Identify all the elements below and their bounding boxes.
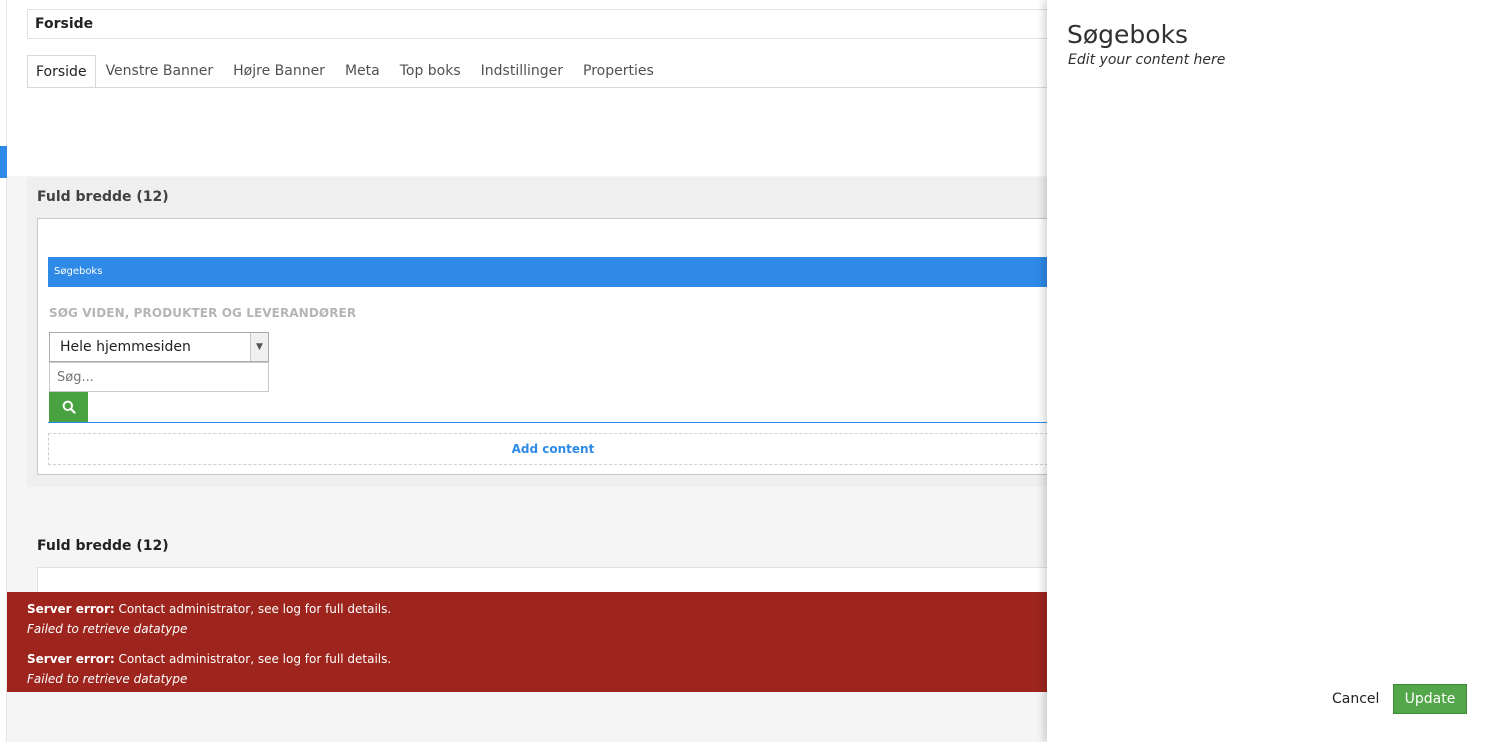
app-nav-strip <box>0 0 7 742</box>
error-message: Server error: Contact administrator, see… <box>27 599 1047 619</box>
tab-forside[interactable]: Forside <box>27 55 96 88</box>
error-notification-bar: Server error: Contact administrator, see… <box>7 592 1047 692</box>
dialog-title: Søgeboks <box>1067 20 1189 49</box>
search-icon <box>62 400 76 414</box>
search-box-editor[interactable]: Søgeboks SØG VIDEN, PRODUKTER OG LEVERAN… <box>48 257 1047 423</box>
tab-bar: Forside Venstre Banner Højre Banner Meta… <box>27 55 664 88</box>
tab-properties[interactable]: Properties <box>573 55 664 88</box>
error-detail: Failed to retrieve datatype <box>27 622 188 636</box>
grid-cell: Søgeboks SØG VIDEN, PRODUKTER OG LEVERAN… <box>37 218 1047 475</box>
content-editor: Forside Forside Venstre Banner Højre Ban… <box>7 0 1047 742</box>
edit-dialog-panel: Søgeboks Edit your content here Cancel U… <box>1047 0 1485 742</box>
tab-top-boks[interactable]: Top boks <box>390 55 471 88</box>
add-content-button[interactable]: Add content <box>48 433 1047 465</box>
tab-indstillinger[interactable]: Indstillinger <box>471 55 573 88</box>
scope-select[interactable]: Hele hjemmesiden ▼ <box>49 332 269 362</box>
error-text: Contact administrator, see log for full … <box>118 602 392 616</box>
editor-header: Forside Forside Venstre Banner Højre Ban… <box>7 0 1047 88</box>
page-name-field[interactable]: Forside <box>27 9 1047 39</box>
search-button[interactable] <box>49 392 88 422</box>
section-title: Fuld bredde (12) <box>37 189 169 205</box>
cancel-button[interactable]: Cancel <box>1327 684 1384 714</box>
error-label: Server error: <box>27 602 115 616</box>
grid-section: Fuld bredde (12) Søgeboks SØG VIDEN, PRO… <box>27 177 1047 487</box>
content-area-top <box>7 88 1047 176</box>
tab-meta[interactable]: Meta <box>335 55 390 88</box>
error-label: Server error: <box>27 652 115 666</box>
search-input[interactable] <box>49 362 269 392</box>
chevron-down-icon[interactable]: ▼ <box>250 333 268 361</box>
tab-hojre-banner[interactable]: Højre Banner <box>223 55 335 88</box>
error-message: Server error: Contact administrator, see… <box>27 649 1047 669</box>
error-text: Contact administrator, see log for full … <box>118 652 392 666</box>
update-button[interactable]: Update <box>1393 684 1467 714</box>
error-detail: Failed to retrieve datatype <box>27 672 188 686</box>
dialog-subtitle: Edit your content here <box>1068 52 1226 68</box>
active-section-indicator <box>0 146 7 178</box>
search-heading: SØG VIDEN, PRODUKTER OG LEVERANDØRER <box>49 306 357 320</box>
section-title-2: Fuld bredde (12) <box>37 538 169 554</box>
tab-venstre-banner[interactable]: Venstre Banner <box>96 55 224 88</box>
editor-title-bar: Søgeboks <box>48 257 1047 287</box>
scope-select-value: Hele hjemmesiden <box>60 339 191 355</box>
